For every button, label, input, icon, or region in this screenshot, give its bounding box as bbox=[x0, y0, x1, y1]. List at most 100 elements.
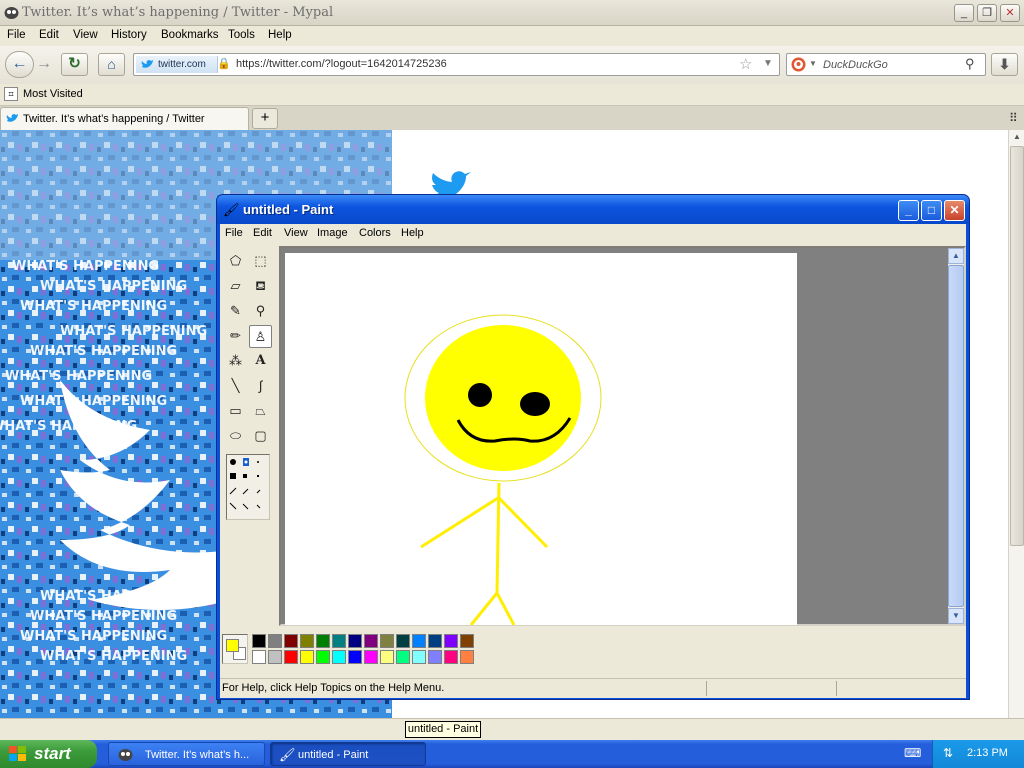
ellipse-icon[interactable]: ⬭ bbox=[224, 425, 247, 448]
palette-swatch[interactable] bbox=[252, 634, 266, 648]
palette-swatch[interactable] bbox=[412, 650, 426, 664]
paint-menu-view[interactable]: View bbox=[284, 227, 308, 239]
menu-help[interactable]: Help bbox=[268, 29, 292, 41]
palette-swatch[interactable] bbox=[332, 650, 346, 664]
tab-twitter[interactable]: Twitter. It’s what’s happening / Twitter bbox=[0, 107, 249, 130]
taskbar-item-paint[interactable]: 🖌 untitled - Paint bbox=[270, 742, 426, 766]
paint-menu-image[interactable]: Image bbox=[317, 227, 348, 239]
paint-minimize-button[interactable]: _ bbox=[898, 200, 919, 221]
palette-swatch[interactable] bbox=[460, 634, 474, 648]
rect-select-icon[interactable]: ⬚ bbox=[249, 250, 272, 273]
site-identity-badge[interactable]: twitter.com bbox=[136, 56, 218, 73]
free-select-icon[interactable]: ⬠ bbox=[224, 250, 247, 273]
line-icon[interactable]: ╲ bbox=[224, 375, 247, 398]
palette-swatch[interactable] bbox=[316, 634, 330, 648]
eraser-icon[interactable]: ▱ bbox=[224, 275, 247, 298]
start-button[interactable]: start bbox=[0, 740, 97, 768]
minimize-button[interactable]: _ bbox=[954, 4, 974, 22]
palette-swatch[interactable] bbox=[268, 634, 282, 648]
palette-swatch[interactable] bbox=[332, 634, 346, 648]
foreground-color-swatch[interactable] bbox=[226, 639, 239, 652]
paint-menu-help[interactable]: Help bbox=[401, 227, 424, 239]
taskbar-item-browser[interactable]: Twitter. It’s what’s h... bbox=[108, 742, 265, 766]
menu-history[interactable]: History bbox=[111, 29, 147, 41]
menu-file[interactable]: File bbox=[7, 29, 26, 41]
hero-text-line: WHAT'S HAPPENING bbox=[20, 394, 167, 409]
palette-swatch[interactable] bbox=[380, 650, 394, 664]
palette-swatch[interactable] bbox=[396, 634, 410, 648]
palette-swatch[interactable] bbox=[284, 650, 298, 664]
drawing-canvas[interactable] bbox=[285, 253, 797, 626]
restore-button[interactable]: ❐ bbox=[977, 4, 997, 22]
clock[interactable]: 2:13 PM bbox=[967, 747, 1008, 759]
tab-list-icon[interactable]: ⠿ bbox=[1009, 111, 1018, 125]
forward-arrow-icon: → bbox=[36, 55, 52, 72]
canvas-scroll-up-icon[interactable]: ▲ bbox=[948, 248, 964, 264]
brush-icon[interactable]: ♙ bbox=[249, 325, 272, 348]
paint-maximize-button[interactable]: □ bbox=[921, 200, 942, 221]
palette-swatch[interactable] bbox=[428, 634, 442, 648]
rounded-rect-icon[interactable]: ▢ bbox=[249, 425, 272, 448]
palette-swatch[interactable] bbox=[380, 634, 394, 648]
palette-swatch[interactable] bbox=[364, 650, 378, 664]
menu-edit[interactable]: Edit bbox=[39, 29, 59, 41]
palette-swatch[interactable] bbox=[348, 634, 362, 648]
canvas-scroll-thumb[interactable] bbox=[948, 265, 964, 607]
keyboard-icon[interactable]: ⌨ bbox=[904, 746, 921, 760]
palette-swatch[interactable] bbox=[284, 634, 298, 648]
magnifier-icon[interactable]: ⚲ bbox=[249, 300, 272, 323]
menu-view[interactable]: View bbox=[73, 29, 98, 41]
canvas-scroll-down-icon[interactable]: ▼ bbox=[948, 608, 964, 624]
desktop: Twitter. It’s what’s happening / Twitter… bbox=[0, 0, 1024, 768]
paint-close-button[interactable]: ✕ bbox=[944, 200, 965, 221]
downloads-button[interactable]: ⬇ bbox=[991, 53, 1018, 76]
page-scrollbar[interactable]: ▲ bbox=[1008, 130, 1024, 718]
reload-button[interactable]: ↻ bbox=[61, 53, 88, 76]
search-icon[interactable]: ⚲ bbox=[965, 56, 975, 72]
new-tab-button[interactable]: + bbox=[252, 108, 278, 129]
brush-size-options[interactable] bbox=[226, 454, 270, 520]
palette-swatch[interactable] bbox=[300, 650, 314, 664]
engine-dropdown-icon[interactable]: ▼ bbox=[809, 59, 817, 68]
palette-swatch[interactable] bbox=[348, 650, 362, 664]
airbrush-icon[interactable]: ⁂ bbox=[224, 350, 247, 373]
palette-swatch[interactable] bbox=[300, 634, 314, 648]
search-bar[interactable]: ▼ DuckDuckGo ⚲ bbox=[786, 53, 986, 76]
palette-swatch[interactable] bbox=[364, 634, 378, 648]
fill-icon[interactable]: ⛾ bbox=[249, 275, 272, 298]
paint-titlebar[interactable]: 🖌 untitled - Paint _ □ ✕ bbox=[217, 195, 969, 224]
palette-swatch[interactable] bbox=[316, 650, 330, 664]
menu-tools[interactable]: Tools bbox=[228, 29, 255, 41]
color-picker-icon[interactable]: ✎ bbox=[224, 300, 247, 323]
url-bar[interactable]: twitter.com 🔒 https://twitter.com/?logou… bbox=[133, 53, 780, 76]
url-dropdown-icon[interactable]: ▼ bbox=[763, 58, 773, 69]
scroll-thumb[interactable] bbox=[1010, 146, 1024, 546]
paint-menu-file[interactable]: File bbox=[225, 227, 243, 239]
menu-bookmarks[interactable]: Bookmarks bbox=[161, 29, 219, 41]
polygon-icon[interactable]: ⏢ bbox=[249, 400, 272, 423]
home-button[interactable]: ⌂ bbox=[98, 53, 125, 76]
url-text: https://twitter.com/?logout=164201472523… bbox=[236, 58, 447, 70]
canvas-scrollbar[interactable]: ▲ ▼ bbox=[948, 248, 964, 624]
palette-swatch[interactable] bbox=[460, 650, 474, 664]
scroll-up-icon[interactable]: ▲ bbox=[1010, 130, 1024, 144]
paint-menu-edit[interactable]: Edit bbox=[253, 227, 272, 239]
palette-swatch[interactable] bbox=[252, 650, 266, 664]
forward-button[interactable]: → bbox=[36, 55, 52, 73]
palette-swatch[interactable] bbox=[396, 650, 410, 664]
text-icon[interactable]: A bbox=[249, 350, 272, 373]
most-visited-bookmark[interactable]: Most Visited bbox=[23, 88, 83, 100]
palette-swatch[interactable] bbox=[412, 634, 426, 648]
palette-swatch[interactable] bbox=[444, 650, 458, 664]
pencil-icon[interactable]: ✏ bbox=[224, 325, 247, 348]
close-button[interactable]: ✕ bbox=[1000, 4, 1020, 22]
network-icon[interactable]: ⇅ bbox=[943, 746, 953, 760]
palette-swatch[interactable] bbox=[444, 634, 458, 648]
palette-swatch[interactable] bbox=[268, 650, 282, 664]
curve-icon[interactable]: ∫ bbox=[249, 375, 272, 398]
palette-swatch[interactable] bbox=[428, 650, 442, 664]
rectangle-icon[interactable]: ▭ bbox=[224, 400, 247, 423]
back-button[interactable]: ← bbox=[5, 51, 34, 78]
bookmark-star-icon[interactable]: ☆ bbox=[739, 55, 752, 73]
paint-menu-colors[interactable]: Colors bbox=[359, 227, 391, 239]
